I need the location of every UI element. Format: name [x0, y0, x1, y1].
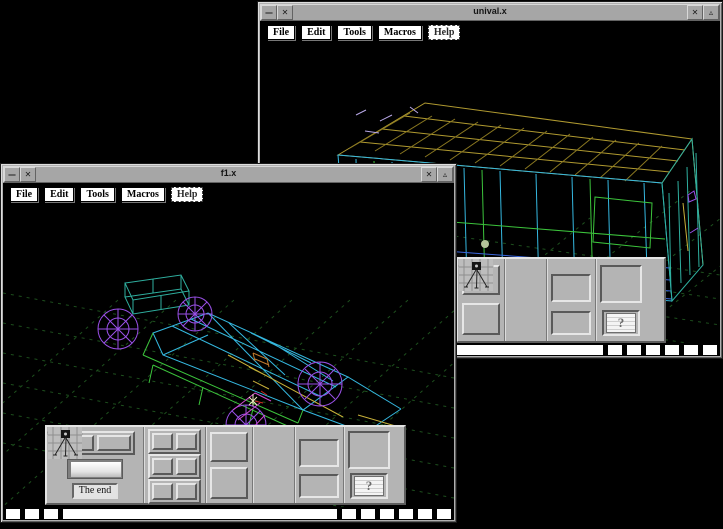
camera-tripod-button[interactable] [600, 265, 642, 303]
end-frame-button[interactable]: The end [72, 483, 119, 499]
f1-toolbar-panel: The end [45, 425, 406, 505]
window-minimize-button[interactable]: — [4, 167, 20, 182]
frame-cell[interactable] [6, 509, 20, 519]
toolbar-section-render [294, 427, 343, 503]
window-menu-button[interactable]: ✕ [277, 5, 293, 20]
frame-cell[interactable] [380, 509, 394, 519]
wireframe-cube-button[interactable] [152, 433, 173, 450]
help-button[interactable]: ? [602, 310, 640, 336]
menu-macros[interactable]: Macros [121, 187, 165, 202]
car-body [143, 313, 401, 433]
delete-trash-button[interactable] [462, 303, 500, 335]
toolbar-section-render [546, 259, 595, 341]
menu-tools[interactable]: Tools [80, 187, 114, 202]
frame-cell[interactable] [418, 509, 432, 519]
panel-view-button[interactable] [176, 458, 197, 475]
timeline-scrollbar[interactable] [63, 509, 337, 519]
car-wheels [98, 297, 342, 445]
frame-cell[interactable] [361, 509, 375, 519]
question-mark: ? [618, 316, 625, 330]
delete-trash-button[interactable] [210, 467, 248, 499]
reference-ball [481, 240, 489, 248]
window-title: f1.x [36, 167, 421, 182]
window-menu-button[interactable]: ✕ [20, 167, 36, 182]
camera-tripod-button[interactable] [348, 431, 390, 469]
toolbar-section-tools [205, 427, 252, 503]
slider-face [71, 462, 121, 477]
timeline-slider[interactable] [67, 459, 123, 479]
viewport-3d-f1car[interactable]: The end [3, 205, 454, 507]
question-mark: ? [366, 479, 373, 493]
frame-cell[interactable] [627, 345, 641, 355]
toolbar-section-camera: ? [595, 259, 646, 341]
frame-cell[interactable] [399, 509, 413, 519]
toolbar-section-display-modes [143, 427, 205, 503]
frame-cell[interactable] [684, 345, 698, 355]
bus-end [662, 139, 703, 301]
toolbar-section-camera: ? [343, 427, 394, 503]
frame-cell[interactable] [437, 509, 451, 519]
render-sphere-button[interactable] [299, 439, 339, 467]
titlebar[interactable]: — ✕ f1.x ✕ ▵ [3, 166, 454, 183]
menu-file[interactable]: File [267, 25, 295, 40]
menu-bar: File Edit Tools Macros Help [3, 183, 454, 205]
window-shade-button[interactable]: ▵ [437, 167, 453, 182]
step-arrows-button[interactable] [97, 435, 131, 451]
frame-cell[interactable] [703, 345, 717, 355]
menu-macros[interactable]: Macros [378, 25, 422, 40]
uni-toolbar-panel: ? [456, 257, 666, 343]
menu-help[interactable]: Help [428, 25, 461, 40]
solid-mode-group [148, 454, 201, 479]
render-photo-button[interactable] [299, 474, 339, 498]
wireframe-mode-group [148, 429, 201, 454]
window-resize-button[interactable]: ✕ [687, 5, 703, 20]
window-shade-button[interactable]: ▵ [703, 5, 719, 20]
camera-tripod-icon [458, 259, 494, 291]
render-photo-button[interactable] [551, 311, 591, 335]
frame-cell[interactable] [665, 345, 679, 355]
menu-edit[interactable]: Edit [301, 25, 331, 40]
frame-strip [3, 507, 454, 520]
menu-bar: File Edit Tools Macros Help [260, 21, 720, 43]
help-button[interactable]: ? [350, 473, 388, 499]
frame-cell[interactable] [25, 509, 39, 519]
menu-edit[interactable]: Edit [44, 187, 74, 202]
drill-tool-button[interactable] [210, 432, 248, 462]
titlebar[interactable]: — ✕ unival.x ✕ ▵ [260, 4, 720, 21]
toolbar-section-ghost [252, 427, 294, 503]
menu-help[interactable]: Help [171, 187, 204, 202]
render-sphere-button[interactable] [551, 274, 591, 302]
camera-tripod-icon [47, 427, 83, 459]
marked-mode-group [148, 479, 201, 504]
window-f1: — ✕ f1.x ✕ ▵ File Edit Tools Macros Help [1, 164, 456, 522]
frame-cell[interactable] [646, 345, 660, 355]
red-arrow-cube-button[interactable] [176, 483, 197, 500]
frame-cell[interactable] [342, 509, 356, 519]
window-title: unival.x [293, 5, 687, 20]
help-icon: ? [606, 313, 636, 333]
help-icon: ? [354, 476, 384, 496]
frame-cell[interactable] [44, 509, 58, 519]
menu-tools[interactable]: Tools [337, 25, 371, 40]
red-face-cube-button[interactable] [152, 483, 173, 500]
toolbar-section-ghost [504, 259, 546, 341]
wireframe-open-cube-button[interactable] [176, 433, 197, 450]
window-resize-button[interactable]: ✕ [421, 167, 437, 182]
window-minimize-button[interactable]: — [261, 5, 277, 20]
menu-file[interactable]: File [10, 187, 38, 202]
solid-cube-button[interactable] [152, 458, 173, 475]
frame-cell[interactable] [608, 345, 622, 355]
